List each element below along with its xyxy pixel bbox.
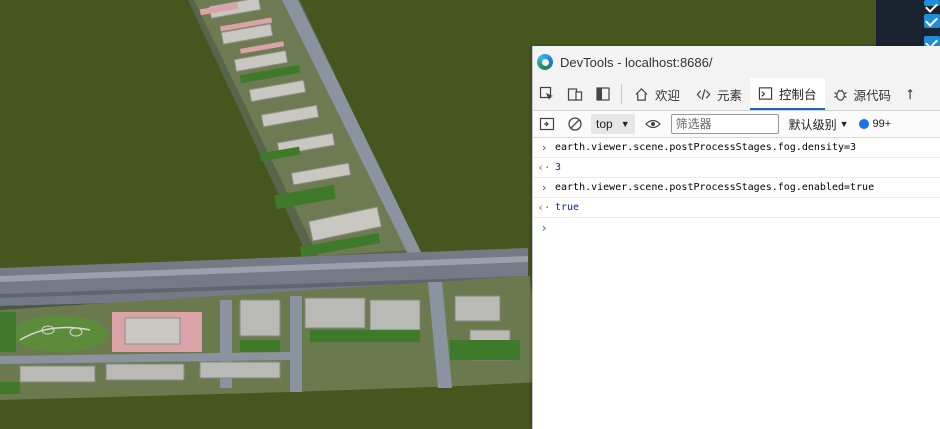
console-input-text: earth.viewer.scene.postProcessStages.fog… xyxy=(555,142,857,153)
chevron-down-icon: ▼ xyxy=(620,119,630,129)
console-output: › earth.viewer.scene.postProcessStages.f… xyxy=(533,138,940,238)
more-tabs-button[interactable] xyxy=(899,78,923,110)
toolbar-separator xyxy=(621,84,622,104)
log-levels-dropdown[interactable]: 默认级别 ▼ xyxy=(789,116,849,133)
filter-input[interactable] xyxy=(670,114,779,134)
console-toolbar: top ▼ 默认级别 ▼ 99+ xyxy=(533,111,940,138)
prompt-chevron-icon: › xyxy=(540,221,548,235)
sidebar-toggle-icon[interactable] xyxy=(533,111,561,137)
console-icon xyxy=(758,86,773,101)
layer-checkbox-2[interactable] xyxy=(924,14,940,28)
log-levels-label: 默认级别 xyxy=(788,117,837,132)
tab-welcome[interactable]: 欢迎 xyxy=(626,78,688,110)
output-arrow-icon: ‹· xyxy=(537,161,551,174)
tab-console-label: 控制台 xyxy=(779,87,817,102)
console-input-text: earth.viewer.scene.postProcessStages.fog… xyxy=(555,182,875,193)
input-chevron-icon: › xyxy=(540,141,548,154)
issues-badge[interactable]: 99+ xyxy=(858,118,892,130)
clear-console-icon[interactable] xyxy=(561,111,589,137)
tab-welcome-label: 欢迎 xyxy=(655,88,681,103)
console-prompt[interactable]: › xyxy=(533,218,940,238)
device-emulation-icon[interactable] xyxy=(561,78,589,110)
console-output-row[interactable]: ‹· true xyxy=(533,198,940,218)
issues-count: 99+ xyxy=(872,118,892,130)
issues-icon xyxy=(858,119,869,129)
bug-icon xyxy=(833,87,848,102)
console-output-value: true xyxy=(555,202,580,213)
live-expression-eye-icon[interactable] xyxy=(639,111,667,137)
console-output-value: 3 xyxy=(555,162,562,173)
dock-side-icon[interactable] xyxy=(589,78,617,110)
tab-elements-label: 元素 xyxy=(717,88,743,103)
devtools-window: DevTools - localhost:8686/ 欢迎 元素 控制台 源代码… xyxy=(532,46,940,429)
console-output-row[interactable]: ‹· 3 xyxy=(533,158,940,178)
chevron-down-icon: ▼ xyxy=(839,119,849,129)
devtools-title: DevTools - localhost:8686/ xyxy=(560,54,713,70)
devtools-tabbar: 欢迎 元素 控制台 源代码 xyxy=(533,78,940,111)
edge-logo-icon xyxy=(537,54,553,70)
tab-console[interactable]: 控制台 xyxy=(750,78,825,110)
tab-sources[interactable]: 源代码 xyxy=(825,78,900,110)
network-icon xyxy=(907,87,917,102)
console-input-row[interactable]: › earth.viewer.scene.postProcessStages.f… xyxy=(533,138,940,158)
context-selector[interactable]: top ▼ xyxy=(591,114,635,134)
tab-elements[interactable]: 元素 xyxy=(688,78,750,110)
tab-sources-label: 源代码 xyxy=(853,88,892,103)
input-chevron-icon: › xyxy=(540,181,548,194)
devtools-titlebar: DevTools - localhost:8686/ xyxy=(533,46,940,78)
home-icon xyxy=(634,87,649,102)
output-arrow-icon: ‹· xyxy=(537,201,551,214)
context-value: top xyxy=(596,117,613,131)
layer-checkbox-1[interactable] xyxy=(924,0,940,6)
console-input-row[interactable]: › earth.viewer.scene.postProcessStages.f… xyxy=(533,178,940,198)
inspect-element-icon[interactable] xyxy=(533,78,561,110)
code-icon xyxy=(696,87,711,102)
